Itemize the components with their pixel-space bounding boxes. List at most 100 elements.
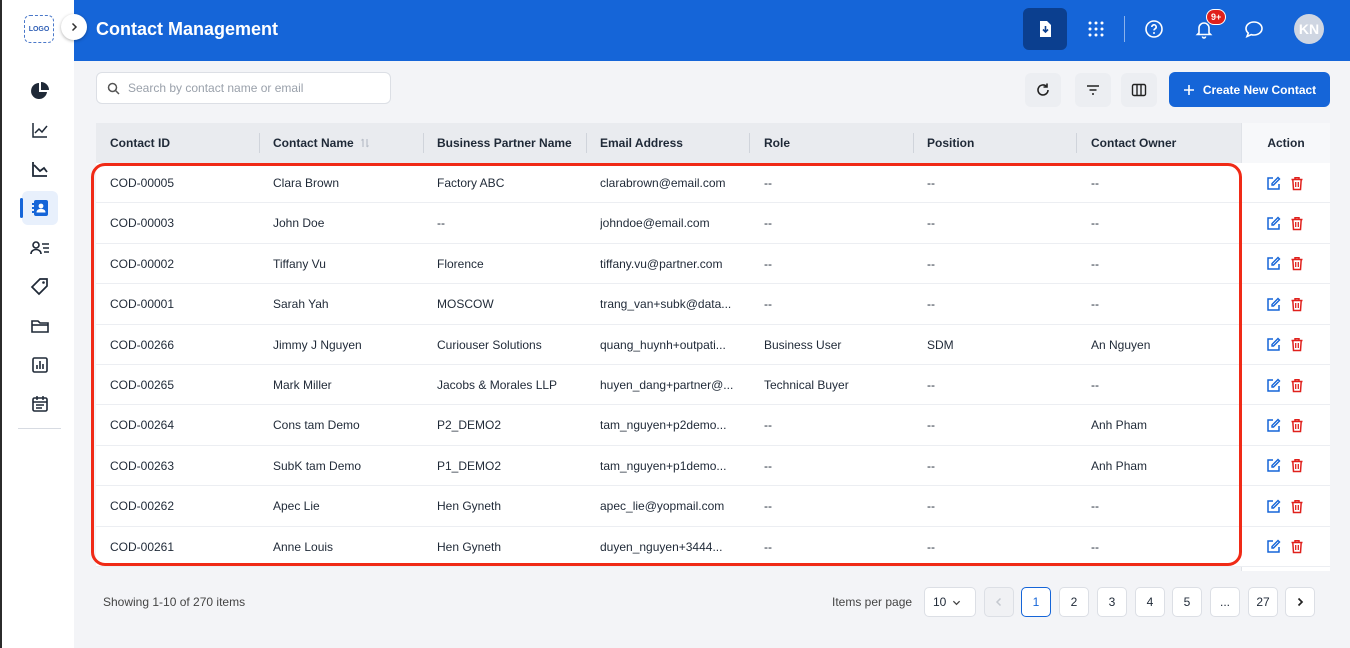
import-button[interactable] [1023,8,1067,50]
page-button-4[interactable]: 4 [1135,587,1165,617]
trend-line-icon [32,123,48,138]
columns-button[interactable] [1121,73,1157,107]
table-row[interactable]: COD-00263 SubK tam Demo P1_DEMO2 tam_nguyen… [96,445,1330,487]
create-new-contact-button[interactable]: Create New Contact [1169,72,1330,107]
trash-icon [1291,459,1303,473]
cell-role: Business User [764,337,842,352]
delete-button[interactable] [1289,296,1305,312]
user-avatar[interactable]: KN [1294,14,1324,44]
prev-page-button[interactable] [984,587,1014,617]
delete-button[interactable] [1289,256,1305,272]
cell-owner: -- [1091,256,1099,271]
edit-button[interactable] [1265,539,1281,555]
sidebar-item-calendar[interactable] [22,387,58,421]
cell-contact-name: SubK tam Demo [273,458,362,473]
edit-button[interactable] [1265,296,1281,312]
sidebar-item-deals[interactable] [22,270,58,304]
apps-button[interactable] [1074,8,1118,50]
help-button[interactable] [1132,8,1176,50]
sidebar-item-pipeline[interactable] [22,152,58,186]
chat-button[interactable] [1232,8,1276,50]
edit-icon [1266,256,1280,271]
delete-button[interactable] [1289,175,1305,191]
cell-owner: Anh Pham [1091,418,1148,433]
cell-role: -- [764,418,772,433]
edit-button[interactable] [1265,256,1281,272]
table-row[interactable]: COD-00264 Cons tam Demo P2_DEMO2 tam_nguyen… [96,405,1330,446]
sidebar-toggle-button[interactable] [61,14,87,40]
table-row[interactable]: COD-00262 Apec Lie Hen Gyneth apec_lie@yopm… [96,486,1330,527]
trash-icon [1291,338,1303,352]
sidebar-item-analytics[interactable] [22,113,58,147]
sidebar-item-users[interactable] [22,231,58,265]
delete-button[interactable] [1289,377,1305,393]
filter-button[interactable] [1075,73,1111,107]
cell-position: -- [927,499,935,514]
edit-button[interactable] [1265,175,1281,191]
cell-owner: -- [1091,499,1099,514]
edit-button[interactable] [1265,458,1281,474]
sidebar-item-dashboard[interactable] [22,74,58,108]
column-header-role[interactable]: Role [764,123,790,163]
column-header-contact-name[interactable]: Contact Name [273,123,370,163]
create-button-label: Create New Contact [1202,82,1317,97]
search-box[interactable] [96,72,391,104]
edit-button[interactable] [1265,215,1281,231]
column-header-email[interactable]: Email Address [600,123,683,163]
trash-icon [1291,540,1303,554]
search-input[interactable] [128,81,378,95]
page-button-2[interactable]: 2 [1059,587,1089,617]
delete-button[interactable] [1289,458,1305,474]
page-button-1[interactable]: 1 [1021,587,1051,617]
items-per-page-select[interactable]: 10 [924,587,976,617]
edit-button[interactable] [1265,337,1281,353]
folder-icon [31,320,49,333]
cell-role: -- [764,458,772,473]
column-header-contact-owner[interactable]: Contact Owner [1091,123,1176,163]
table-row[interactable]: COD-00266 Jimmy J Nguyen Curiouser Solutio… [96,324,1330,365]
refresh-button[interactable] [1025,73,1061,107]
sidebar-item-contacts[interactable] [20,191,58,225]
column-header-contact-id[interactable]: Contact ID [110,123,170,163]
cell-contact-id: COD-00266 [110,337,175,352]
delete-button[interactable] [1289,498,1305,514]
cell-contact-id: COD-00001 [110,297,175,312]
sidebar-item-reports[interactable] [22,348,58,382]
help-icon [1145,20,1163,38]
cell-position: -- [927,297,935,312]
page-button-3[interactable]: 3 [1097,587,1127,617]
edit-icon [1266,418,1280,432]
edit-button[interactable] [1265,417,1281,433]
cell-contact-id: COD-00265 [110,378,175,392]
cell-partner-name: Hen Gyneth [437,499,502,514]
column-header-business-partner[interactable]: Business Partner Name [437,123,572,163]
grid-apps-icon [1088,21,1104,37]
page-button-27[interactable]: 27 [1248,587,1278,617]
table-row[interactable]: COD-00003 John Doe -- johndoe@email.com -- --… [96,203,1330,244]
edit-icon [1266,337,1280,351]
page-button-5[interactable]: 5 [1172,587,1202,617]
table-row[interactable]: COD-00002 Tiffany Vu Florence tiffany.vu@pa… [96,243,1330,285]
table-row[interactable]: COD-00261 Anne Louis Hen Gyneth duyen_nguye… [96,526,1330,567]
notifications-button[interactable]: 9+ [1182,8,1227,50]
cell-owner: An Nguyen [1091,337,1151,352]
cell-contact-name: Jimmy J Nguyen [273,337,362,352]
table-row[interactable]: COD-00001 Sarah Yah MOSCOW trang_van+subk@d… [96,284,1330,325]
column-header-position[interactable]: Position [927,123,974,163]
delete-button[interactable] [1289,539,1305,555]
cell-position: -- [927,378,935,392]
sidebar-divider [18,428,61,429]
delete-button[interactable] [1289,337,1305,353]
table-row[interactable]: COD-00265 Mark Miller Jacobs & Morales LLP… [96,365,1330,406]
delete-button[interactable] [1289,417,1305,433]
cell-partner-name: Florence [437,256,484,271]
edit-button[interactable] [1265,377,1281,393]
cell-contact-name: Mark Miller [273,378,332,392]
next-page-button[interactable] [1285,587,1315,617]
delete-button[interactable] [1289,215,1305,231]
sidebar-item-files[interactable] [22,309,58,343]
edit-button[interactable] [1265,498,1281,514]
cell-email: tiffany.vu@partner.com [600,256,723,271]
table-row[interactable]: COD-00005 Clara Brown Factory ABC clarabrow… [96,163,1330,204]
page-ellipsis[interactable]: ... [1210,587,1240,617]
